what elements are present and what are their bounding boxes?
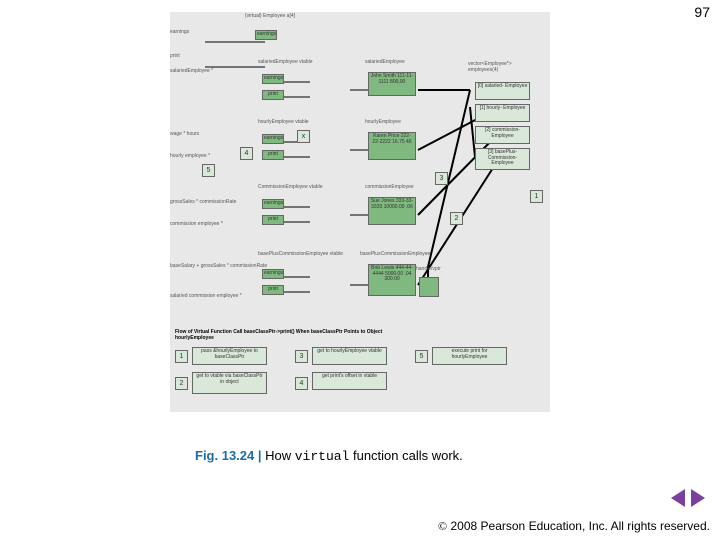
commission-earnings: earnings bbox=[262, 199, 284, 209]
salaried-print: print bbox=[262, 90, 284, 100]
left-label-salaried: salariedEmployee * bbox=[170, 69, 213, 75]
baseplus-earnings: earnings bbox=[262, 269, 284, 279]
caption-separator: | bbox=[254, 448, 265, 463]
copyright-symbol: © bbox=[438, 519, 447, 533]
flow-box-1: pass &hourlyEmployee to baseClassPtr bbox=[192, 347, 267, 365]
obj4-title: basePlusCommissionEmployee bbox=[360, 252, 430, 258]
hourly-earnings: earnings bbox=[262, 134, 284, 144]
caption-keyword: virtual bbox=[295, 449, 350, 464]
vector-0: [0] salaried- Employee bbox=[475, 82, 530, 100]
right-num-3: 3 bbox=[435, 172, 448, 185]
header-label: {virtual} Employee a[4] bbox=[240, 14, 300, 20]
flow-num-4: 4 bbox=[295, 377, 308, 390]
step-5: 5 bbox=[202, 164, 215, 177]
flow-box-4: get print's offset in vtable bbox=[312, 372, 387, 390]
left-label-gross: grossSales * commissionRate bbox=[170, 200, 236, 206]
slide-nav bbox=[670, 489, 706, 512]
vtable3-label: CommissionEmployee vtable bbox=[258, 185, 322, 191]
handle-box bbox=[419, 277, 439, 297]
vector-label: vector<Employee*> employees(4) bbox=[468, 62, 538, 73]
obj2-box: Karen Price 222-22-2222 16.75 40 bbox=[368, 132, 416, 160]
caption-pre: How bbox=[265, 448, 295, 463]
commission-print: print bbox=[262, 215, 284, 225]
flow-box-3: get to hourlyEmployee vtable bbox=[312, 347, 387, 365]
vtable1-label: salariedEmployee vtable bbox=[258, 60, 312, 66]
page-number: 97 bbox=[694, 4, 710, 20]
flow-num-5: 5 bbox=[415, 350, 428, 363]
left-label-salcomm: salaried commission employee * bbox=[170, 294, 242, 300]
prev-slide-icon[interactable] bbox=[671, 489, 685, 507]
abstract-earnings: earnings bbox=[255, 30, 277, 40]
flow-box-2: get to vtable via baseClassPtr in object bbox=[192, 372, 267, 394]
caption-post: function calls work. bbox=[349, 448, 462, 463]
diagram-figure: {virtual} Employee a[4] ear bbox=[170, 12, 550, 412]
vector-1: [1] hourly- Employee bbox=[475, 104, 530, 122]
obj3-box: Sue Jones 333-33-3333 10000.00 .06 bbox=[368, 197, 416, 225]
vector-3: [3] basePlus- Commission- Employee bbox=[475, 148, 530, 170]
left-label-wage: wage * hours bbox=[170, 132, 199, 138]
flow-num-3: 3 bbox=[295, 350, 308, 363]
handle-label: handle/vptr bbox=[416, 267, 441, 273]
vtable2-label: hourlyEmployee vtable bbox=[258, 120, 309, 126]
flow-box-5: execute print for hourlyEmployee bbox=[432, 347, 507, 365]
right-num-1: 1 bbox=[530, 190, 543, 203]
hourly-print: print bbox=[262, 150, 284, 160]
fig-number: Fig. 13.24 bbox=[195, 448, 254, 463]
salaried-earnings: earnings bbox=[262, 74, 284, 84]
figure-caption: Fig. 13.24 | How virtual function calls … bbox=[195, 448, 463, 464]
copyright-text: 2008 Pearson Education, Inc. All rights … bbox=[447, 519, 710, 533]
obj2-title: hourlyEmployee bbox=[365, 120, 401, 126]
obj1-title: salariedEmployee bbox=[365, 60, 405, 66]
copyright-footer: © 2008 Pearson Education, Inc. All right… bbox=[0, 519, 720, 534]
flow-num-2: 2 bbox=[175, 377, 188, 390]
flow-title: Flow of Virtual Function Call baseClassP… bbox=[175, 330, 415, 341]
baseplus-print: print bbox=[262, 285, 284, 295]
right-num-2: 2 bbox=[450, 212, 463, 225]
left-label-print: print bbox=[170, 54, 180, 60]
step-4: 4 bbox=[240, 147, 253, 160]
step-x: x bbox=[297, 130, 310, 143]
obj3-title: commissionEmployee bbox=[365, 185, 414, 191]
left-label-earnings: earnings bbox=[170, 30, 189, 36]
next-slide-icon[interactable] bbox=[691, 489, 705, 507]
flow-num-1: 1 bbox=[175, 350, 188, 363]
left-label-hourly: hourly employee * bbox=[170, 154, 210, 160]
obj1-box: John Smith 111-11-1111 800,00 bbox=[368, 72, 416, 96]
left-label-comm: commission employee * bbox=[170, 222, 223, 228]
vtable4-label: basePlusCommissionEmployee vtable bbox=[258, 252, 343, 258]
left-label-base: baseSalary + grossSales * commissionRate bbox=[170, 264, 267, 270]
obj4-box: Bob Lewis 444-44-4444 5000.00 .04 300.00 bbox=[368, 264, 416, 296]
vector-2: [2] commission- Employee bbox=[475, 126, 530, 144]
